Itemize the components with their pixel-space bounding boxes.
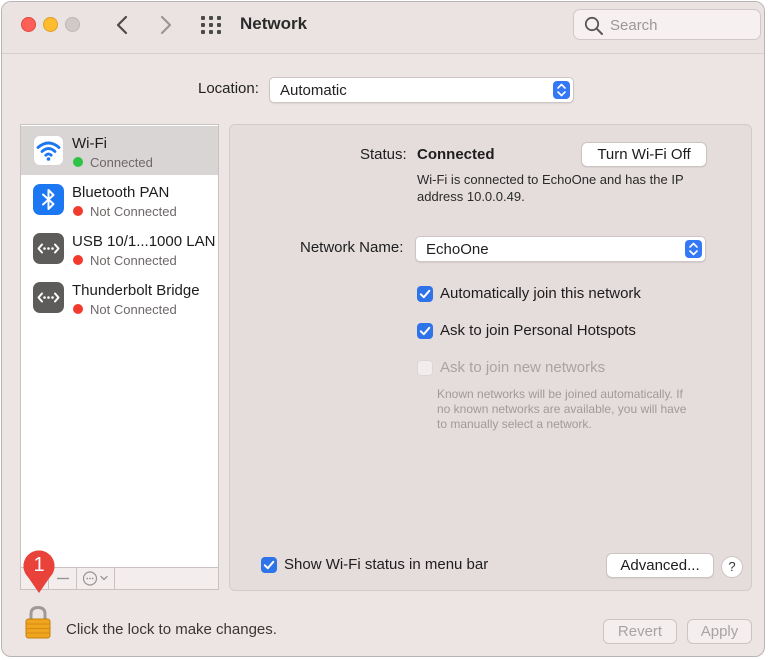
search-field[interactable] xyxy=(573,9,761,40)
status-value: Connected xyxy=(417,146,495,163)
title-bar: Network xyxy=(2,2,764,54)
zoom-window-button[interactable] xyxy=(65,17,80,32)
status-description-line-2: address 10.0.0.49. xyxy=(417,189,525,204)
service-action-menu-button[interactable] xyxy=(77,568,115,589)
network-name-value: EchoOne xyxy=(426,241,489,258)
location-value: Automatic xyxy=(280,82,347,99)
forward-button[interactable] xyxy=(152,12,178,38)
location-label: Location: xyxy=(198,80,259,97)
service-item-wifi[interactable]: Wi-Fi Connected xyxy=(21,126,218,175)
location-popup[interactable]: Automatic xyxy=(269,77,574,103)
search-icon xyxy=(584,16,603,35)
wifi-detail-panel: Status: Connected Turn Wi-Fi Off Wi-Fi i… xyxy=(229,124,752,591)
lock-icon[interactable] xyxy=(24,604,52,640)
minimize-window-button[interactable] xyxy=(43,17,58,32)
network-name-label: Network Name: xyxy=(300,239,404,256)
service-name: Wi-Fi xyxy=(72,135,107,152)
note-line-2: no known networks are available, you wil… xyxy=(437,402,687,416)
service-status: Connected xyxy=(90,155,153,170)
checkmark-icon xyxy=(419,289,431,299)
checkmark-icon xyxy=(419,326,431,336)
badge-number: 1 xyxy=(33,554,45,576)
chevron-right-icon xyxy=(160,15,172,35)
turn-wifi-off-button[interactable]: Turn Wi-Fi Off xyxy=(581,142,707,167)
search-input[interactable] xyxy=(608,13,757,37)
ask-new-networks-checkbox[interactable] xyxy=(417,360,433,376)
lock-instruction-text: Click the lock to make changes. xyxy=(66,621,277,638)
status-dot xyxy=(73,206,83,216)
status-label: Status: xyxy=(360,146,407,163)
service-item-bluetooth-pan[interactable]: Bluetooth PAN Not Connected xyxy=(21,175,218,224)
service-status: Not Connected xyxy=(90,204,177,219)
service-item-usb-lan[interactable]: USB 10/1...1000 LAN Not Connected xyxy=(21,224,218,273)
personal-hotspots-label: Ask to join Personal Hotspots xyxy=(440,322,636,339)
popup-arrows-icon xyxy=(553,81,570,99)
show-all-button[interactable] xyxy=(200,15,222,35)
step-number-badge: 1 xyxy=(17,547,61,595)
checkmark-icon xyxy=(263,560,275,570)
ask-new-networks-label: Ask to join new networks xyxy=(440,359,606,376)
status-description-line-1: Wi-Fi is connected to EchoOne and has th… xyxy=(417,172,684,187)
help-button[interactable]: ? xyxy=(721,556,743,578)
status-dot xyxy=(73,157,83,167)
grid-icon xyxy=(201,16,221,34)
network-preferences-window: Network Location: Automatic xyxy=(1,1,765,657)
window-title: Network xyxy=(240,14,308,33)
back-button[interactable] xyxy=(110,12,136,38)
wifi-icon xyxy=(33,135,64,166)
personal-hotspots-checkbox[interactable] xyxy=(417,323,433,339)
auto-join-checkbox[interactable] xyxy=(417,286,433,302)
show-wifi-status-label: Show Wi-Fi status in menu bar xyxy=(284,556,489,573)
status-dot xyxy=(73,255,83,265)
service-name: Thunderbolt Bridge xyxy=(72,282,200,299)
ethernet-icon xyxy=(33,282,64,313)
show-wifi-status-checkbox[interactable] xyxy=(261,557,277,573)
advanced-button[interactable]: Advanced... xyxy=(606,553,714,578)
revert-button[interactable]: Revert xyxy=(603,619,677,644)
popup-arrows-icon xyxy=(685,240,702,258)
bluetooth-icon xyxy=(33,184,64,215)
status-dot xyxy=(73,304,83,314)
note-line-1: Known networks will be joined automatica… xyxy=(437,387,683,401)
note-line-3: to manually select a network. xyxy=(437,417,592,431)
apply-button[interactable]: Apply xyxy=(687,619,752,644)
service-status: Not Connected xyxy=(90,302,177,317)
service-name: Bluetooth PAN xyxy=(72,184,170,201)
service-name: USB 10/1...1000 LAN xyxy=(72,233,216,250)
network-name-popup[interactable]: EchoOne xyxy=(415,236,706,262)
service-item-thunderbolt-bridge[interactable]: Thunderbolt Bridge Not Connected xyxy=(21,273,218,322)
close-window-button[interactable] xyxy=(21,17,36,32)
service-status: Not Connected xyxy=(90,253,177,268)
auto-join-label: Automatically join this network xyxy=(440,285,641,302)
chevron-left-icon xyxy=(116,15,128,35)
ellipsis-circle-icon xyxy=(82,571,108,586)
ethernet-icon xyxy=(33,233,64,264)
service-list: Wi-Fi Connected Bluetooth PAN Not Connec… xyxy=(20,124,219,568)
